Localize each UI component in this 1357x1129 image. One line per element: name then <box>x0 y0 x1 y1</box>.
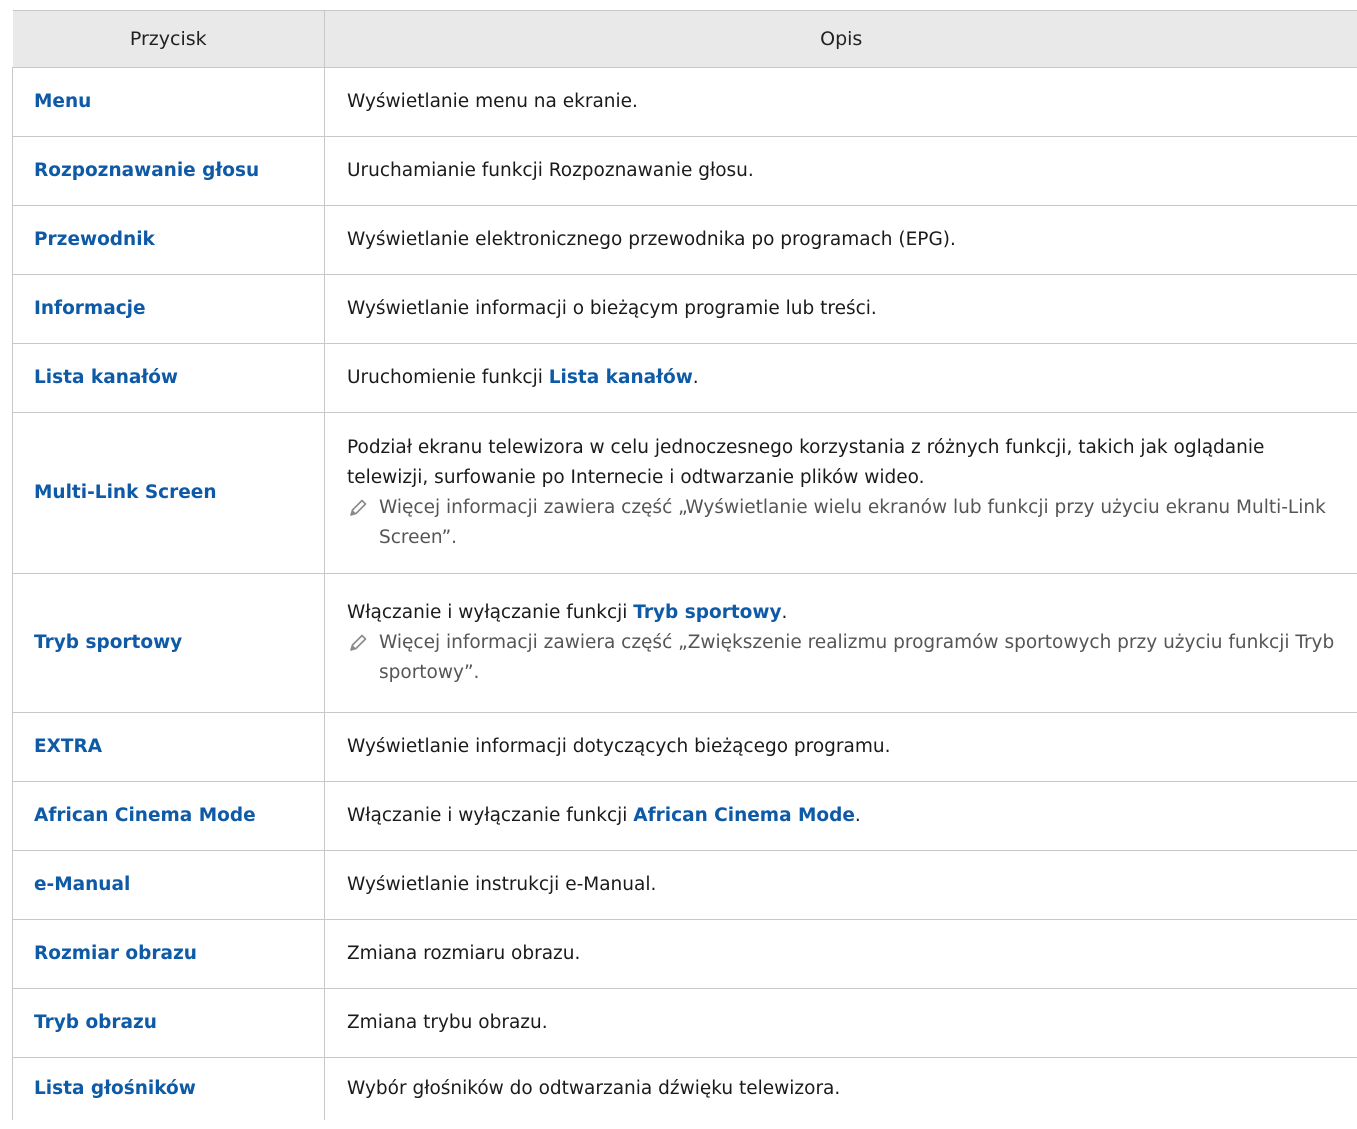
button-description: Wybór głośników do odtwarzania dźwięku t… <box>347 1078 841 1099</box>
button-name: e-Manual <box>12 850 325 920</box>
inline-feature-link: Lista kanałów <box>548 367 693 388</box>
description-punct: . <box>854 805 861 826</box>
inline-feature-link: Tryb sportowy <box>633 602 782 623</box>
pencil-icon <box>350 634 367 651</box>
button-description: Zmiana trybu obrazu. <box>324 988 1357 1058</box>
button-description: Włączanie i wyłączanie funkcji African C… <box>324 781 1357 851</box>
button-name: Informacje <box>12 274 325 344</box>
table-row: Lista głośników Wybór głośników do odtwa… <box>12 1057 1357 1120</box>
table-row: Rozmiar obrazu Zmiana rozmiaru obrazu. <box>12 919 1357 989</box>
button-description: Wyświetlanie instrukcji e-Manual. <box>324 850 1357 920</box>
pencil-icon <box>350 499 367 516</box>
description-line: Włączanie i wyłączanie funkcji Tryb spor… <box>347 598 1344 628</box>
table-row: Rozpoznawanie głosu Uruchamianie funkcji… <box>12 136 1357 206</box>
table-row: e-Manual Wyświetlanie instrukcji e-Manua… <box>12 850 1357 920</box>
button-description-table: Przycisk Opis Menu Wyświetlanie menu na … <box>12 10 1357 1120</box>
button-name: African Cinema Mode <box>12 781 325 851</box>
button-description: Uruchamianie funkcji Rozpoznawanie głosu… <box>324 136 1357 206</box>
note: Więcej informacji zawiera część „Wyświet… <box>347 493 1344 553</box>
button-description: Wyświetlanie informacji o bieżącym progr… <box>324 274 1357 344</box>
header-opis: Opis <box>324 10 1357 68</box>
button-description: Wyświetlanie elektronicznego przewodnika… <box>324 205 1357 275</box>
table-row: Lista kanałów Uruchomienie funkcji Lista… <box>12 343 1357 413</box>
button-name: Rozmiar obrazu <box>12 919 325 989</box>
button-name: Rozpoznawanie głosu <box>12 136 325 206</box>
table-row: Tryb sportowy Włączanie i wyłączanie fun… <box>12 573 1357 713</box>
button-description: Włączanie i wyłączanie funkcji Tryb spor… <box>324 573 1357 713</box>
note-text: Więcej informacji zawiera część „Zwiększ… <box>379 632 1335 683</box>
note: Więcej informacji zawiera część „Zwiększ… <box>347 628 1344 688</box>
button-description: Wyświetlanie menu na ekranie. <box>324 67 1357 137</box>
button-description: Wyświetlanie informacji dotyczących bież… <box>324 712 1357 782</box>
button-description: Uruchomienie funkcji Lista kanałów. <box>324 343 1357 413</box>
table-row: Menu Wyświetlanie menu na ekranie. <box>12 67 1357 137</box>
table-row: Tryb obrazu Zmiana trybu obrazu. <box>12 988 1357 1058</box>
table-header-row: Przycisk Opis <box>12 10 1357 68</box>
header-przycisk: Przycisk <box>12 10 325 68</box>
table-row: Multi-Link Screen Podział ekranu telewiz… <box>12 412 1357 574</box>
button-name: Multi-Link Screen <box>12 412 325 574</box>
button-description: Podział ekranu telewizora w celu jednocz… <box>324 412 1357 574</box>
description-text: Włączanie i wyłączanie funkcji <box>347 805 634 826</box>
table-row: Przewodnik Wyświetlanie elektronicznego … <box>12 205 1357 275</box>
inline-feature-link: African Cinema Mode <box>633 805 855 826</box>
button-name: Przewodnik <box>12 205 325 275</box>
table-row: African Cinema Mode Włączanie i wyłączan… <box>12 781 1357 851</box>
description-text: Podział ekranu telewizora w celu jednocz… <box>347 437 1265 488</box>
description-text: Uruchomienie funkcji <box>347 367 549 388</box>
button-description: Zmiana rozmiaru obrazu. <box>324 919 1357 989</box>
button-table-container: Przycisk Opis Menu Wyświetlanie menu na … <box>12 10 1357 1120</box>
button-name: Menu <box>12 67 325 137</box>
button-name: Lista głośników <box>12 1057 325 1120</box>
description-punct: . <box>692 367 699 388</box>
button-name: Tryb obrazu <box>12 988 325 1058</box>
table-row: EXTRA Wyświetlanie informacji dotyczącyc… <box>12 712 1357 782</box>
table-row: Informacje Wyświetlanie informacji o bie… <box>12 274 1357 344</box>
note-text: Więcej informacji zawiera część „Wyświet… <box>379 497 1326 548</box>
description-punct: . <box>781 602 788 623</box>
button-name: EXTRA <box>12 712 325 782</box>
button-name: Lista kanałów <box>12 343 325 413</box>
button-name: Tryb sportowy <box>12 573 325 713</box>
description-text: Włączanie i wyłączanie funkcji <box>347 602 634 623</box>
